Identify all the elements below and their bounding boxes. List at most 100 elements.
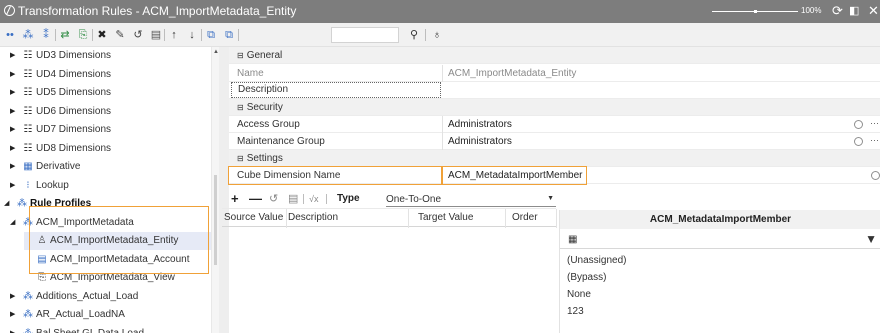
tree-item-label: Lookup	[36, 179, 69, 191]
save-icon[interactable]: ▤	[149, 26, 163, 44]
toolbar-separator	[92, 29, 93, 41]
collapse-icon[interactable]: ⊟	[237, 51, 244, 60]
member-filter-input[interactable]: ▦ ▼	[560, 231, 880, 249]
ellipsis-button[interactable]: ···	[870, 115, 879, 132]
object-lookup-icon[interactable]: ⧉	[222, 26, 236, 44]
create-rule-icon[interactable]: ⇄	[58, 26, 72, 44]
derivative-icon: ▦	[23, 161, 33, 172]
tree-item[interactable]: ▶ ☷ UD5 Dimensions	[10, 84, 211, 102]
expand-toggle-icon[interactable]: ▶	[10, 84, 20, 102]
expand-toggle-icon[interactable]: ▶	[10, 140, 20, 158]
profile-icon: ⁂	[23, 290, 33, 302]
column-divider[interactable]	[286, 209, 287, 228]
tree-item[interactable]: ▶ ⁂ Additions_Actual_Load	[10, 288, 211, 306]
group-picker-icon[interactable]	[854, 137, 863, 146]
expand-toggle-icon[interactable]: ▶	[10, 306, 20, 324]
create-profile-icon[interactable]: ⁑	[39, 26, 53, 44]
move-up-icon[interactable]: ↑	[167, 26, 181, 44]
filter-icon[interactable]: ▼	[865, 232, 877, 246]
property-access-group-value[interactable]: Administrators	[448, 116, 512, 133]
category-security[interactable]: ⊟ Security	[229, 99, 880, 116]
tree-item-label: UD6 Dimensions	[36, 105, 112, 117]
chevron-down-icon[interactable]: ▼	[547, 191, 554, 206]
restore-window-icon[interactable]: ◧	[849, 3, 859, 19]
add-row-icon[interactable]: +	[231, 192, 239, 206]
column-header[interactable]: Target Value	[418, 212, 473, 223]
create-group-icon[interactable]: ⁂	[21, 26, 35, 44]
remove-row-icon[interactable]: —	[249, 192, 262, 206]
category-settings[interactable]: ⊟ Settings	[229, 150, 880, 167]
move-down-icon[interactable]: ↓	[185, 26, 199, 44]
expand-toggle-icon[interactable]: ◢	[10, 214, 20, 232]
close-icon[interactable]: ✕	[868, 3, 879, 19]
property-maintenance-group-value[interactable]: Administrators	[448, 133, 512, 150]
ellipsis-button[interactable]: ···	[870, 132, 879, 149]
property-maintenance-group-label: Maintenance Group	[237, 136, 325, 147]
property-access-group-label: Access Group	[237, 119, 300, 130]
app-window: Transformation Rules - ACM_ImportMetadat…	[0, 0, 880, 333]
show-objects-icon[interactable]: ⧉	[204, 26, 218, 44]
member-list-item[interactable]: (Unassigned)	[567, 255, 626, 266]
group-picker-icon[interactable]	[854, 120, 863, 129]
zoom-slider-thumb[interactable]	[754, 10, 757, 13]
tree-item[interactable]: ▶ ☷ UD4 Dimensions	[10, 66, 211, 84]
scrollbar-thumb[interactable]	[214, 175, 217, 265]
column-divider[interactable]	[505, 209, 506, 228]
tree-item[interactable]: ▶ ☷ UD3 Dimensions	[10, 47, 211, 65]
tree-item[interactable]: ▶ ⁝ Lookup	[10, 177, 211, 195]
rules-grid-header: Source Value Description Target Value Order	[222, 208, 557, 228]
dimension-picker-icon[interactable]	[871, 171, 880, 180]
property-description-row[interactable]: Description	[229, 82, 880, 99]
expand-toggle-icon[interactable]: ▶	[10, 158, 20, 176]
formula-icon[interactable]: √x	[309, 192, 318, 206]
tree-item-label: UD8 Dimensions	[36, 142, 112, 154]
expand-toggle-icon[interactable]: ▶	[10, 103, 20, 121]
tree-item[interactable]: ▶ ☷ UD7 Dimensions	[10, 121, 211, 139]
tree-scrollbar[interactable]: ▲	[211, 47, 219, 333]
delete-icon[interactable]: ✖	[95, 26, 109, 44]
column-header[interactable]: Description	[288, 212, 338, 223]
column-divider[interactable]	[556, 209, 557, 228]
expand-toggle-icon[interactable]: ▶	[10, 325, 20, 333]
category-settings-label: Settings	[246, 153, 283, 164]
navigate-icon[interactable]: ••	[3, 26, 17, 44]
column-header[interactable]: Source Value	[224, 212, 283, 223]
tree-item-label: Additions_Actual_Load	[36, 290, 139, 302]
category-general-label: General	[246, 50, 283, 61]
member-list-item[interactable]: (Bypass)	[567, 272, 606, 283]
expand-toggle-icon[interactable]: ▶	[10, 66, 20, 84]
tree-item[interactable]: ▶ ▦ Derivative	[10, 158, 211, 176]
member-list-item[interactable]: 123	[567, 306, 584, 317]
tree-item[interactable]: ▶ ☷ UD8 Dimensions	[10, 140, 211, 158]
tree-item[interactable]: ▶ ☷ UD6 Dimensions	[10, 103, 211, 121]
search-input[interactable]	[331, 27, 399, 43]
cube-dimension-highlight	[228, 166, 587, 185]
expand-toggle-icon[interactable]: ◢	[4, 195, 14, 213]
property-access-group-row[interactable]: Access Group Administrators ···	[229, 116, 880, 133]
member-list-item[interactable]: None	[567, 289, 591, 300]
property-name-value: ACM_ImportMetadata_Entity	[448, 68, 577, 79]
column-divider[interactable]	[408, 209, 409, 228]
tree-item[interactable]: ▶ ⁂ AR_Actual_LoadNA	[10, 306, 211, 324]
copy-rule-icon[interactable]: ⎘	[76, 26, 90, 44]
refresh-icon[interactable]: ⟳	[832, 3, 843, 19]
expand-toggle-icon[interactable]: ▶	[10, 47, 20, 65]
expand-toggle-icon[interactable]: ▶	[10, 288, 20, 306]
collapse-icon[interactable]: ⊟	[237, 103, 244, 112]
search-icon[interactable]: ⚲	[407, 26, 421, 44]
tree-item[interactable]: ▶ ⁂ Bal Sheet GL Data Load	[10, 325, 211, 333]
save-rows-icon[interactable]: ▤	[288, 192, 298, 206]
expand-toggle-icon[interactable]: ▶	[10, 121, 20, 139]
category-general[interactable]: ⊟ General	[229, 47, 880, 64]
type-select[interactable]: One-To-One ▼	[386, 192, 556, 207]
column-header[interactable]: Order	[512, 212, 538, 223]
rename-icon[interactable]: ✎	[113, 26, 127, 44]
panel-splitter[interactable]	[219, 47, 229, 333]
collapse-icon[interactable]: ⊟	[237, 154, 244, 163]
expand-toggle-icon[interactable]: ▶	[10, 177, 20, 195]
find-icon[interactable]: ♁	[430, 26, 444, 44]
property-maintenance-group-row[interactable]: Maintenance Group Administrators ···	[229, 133, 880, 150]
undo-icon[interactable]: ↺	[269, 192, 278, 206]
cancel-changes-icon[interactable]: ↺	[131, 26, 145, 44]
ud4-icon: ☷	[23, 68, 33, 80]
